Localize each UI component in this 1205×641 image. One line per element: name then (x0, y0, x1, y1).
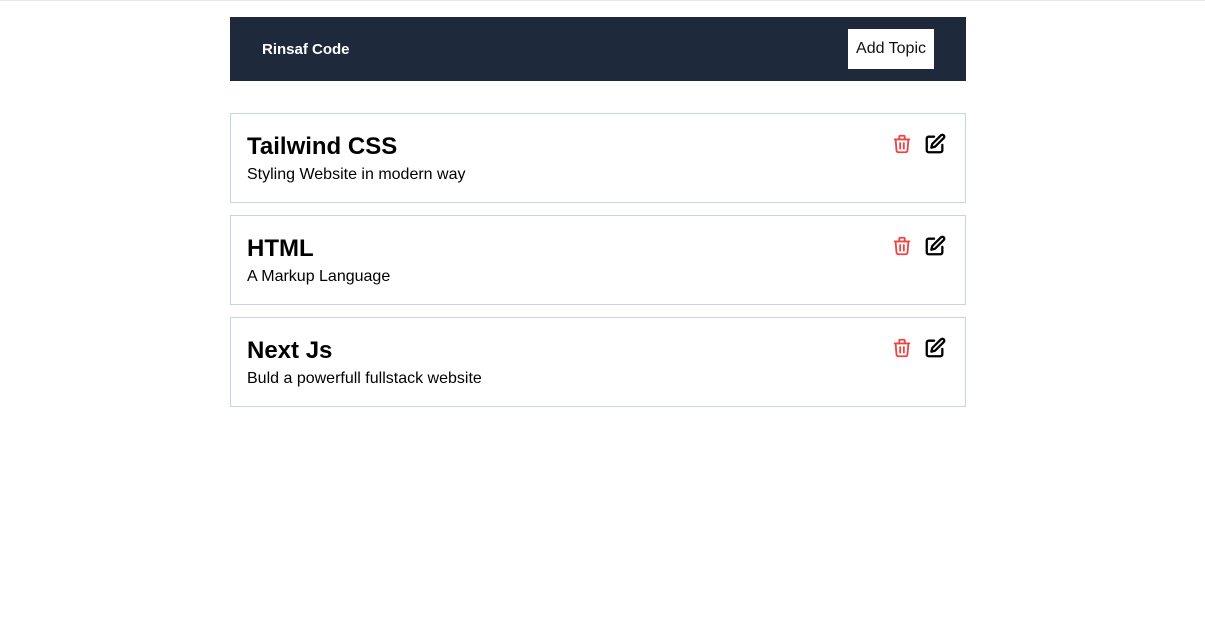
topic-card: Tailwind CSS Styling Website in modern w… (230, 113, 966, 203)
topic-title: Tailwind CSS (247, 133, 398, 160)
edit-icon[interactable] (923, 336, 947, 360)
topic-card: Next Js Buld a powerfull fullstack websi… (230, 317, 966, 407)
topic-description: Buld a powerfull fullstack website (247, 370, 482, 387)
topic-description: Styling Website in modern way (247, 166, 466, 183)
trash-icon[interactable] (890, 336, 914, 360)
top-divider (0, 0, 1205, 1)
topic-content: Tailwind CSS Styling Website in modern w… (247, 130, 465, 185)
brand-link[interactable]: Rinsaf Code (262, 41, 350, 58)
topic-description: A Markup Language (247, 268, 391, 285)
add-topic-button[interactable]: Add Topic (848, 29, 934, 69)
trash-icon[interactable] (890, 132, 914, 156)
topic-actions (890, 334, 947, 360)
topic-content: HTML A Markup Language (247, 232, 390, 287)
topic-actions (890, 232, 947, 258)
navbar: Rinsaf Code Add Topic (230, 17, 966, 81)
topic-actions (890, 130, 947, 156)
topic-card: HTML A Markup Language (230, 215, 966, 305)
topic-content: Next Js Buld a powerfull fullstack websi… (247, 334, 482, 389)
topic-title: HTML (247, 235, 314, 262)
edit-icon[interactable] (923, 132, 947, 156)
edit-icon[interactable] (923, 234, 947, 258)
topic-title: Next Js (247, 337, 333, 364)
trash-icon[interactable] (890, 234, 914, 258)
topic-list: Tailwind CSS Styling Website in modern w… (230, 113, 966, 407)
page-container: Rinsaf Code Add Topic Tailwind CSS Styli… (230, 17, 966, 419)
